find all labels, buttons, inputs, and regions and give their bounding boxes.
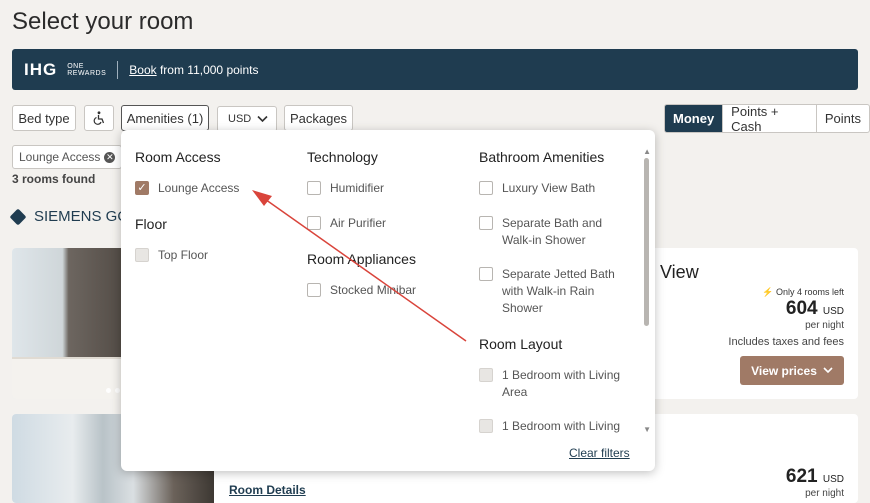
book-link[interactable]: Book <box>129 63 156 77</box>
accessibility-button[interactable] <box>84 105 114 131</box>
scroll-up-icon[interactable]: ▲ <box>643 147 651 156</box>
carousel-dots[interactable] <box>106 388 120 393</box>
hotel-header: SIEMENS GO <box>9 208 129 225</box>
scrollbar-thumb[interactable] <box>644 158 649 326</box>
checkbox[interactable] <box>479 267 493 281</box>
rewards-banner: IHG ONE REWARDS Book from 11,000 points <box>12 49 858 90</box>
checkbox[interactable] <box>307 216 321 230</box>
payment-mode-toggle: Money Points + Cash Points <box>664 104 870 133</box>
room-appliances-heading: Room Appliances <box>307 251 416 267</box>
lightning-icon: ⚡ <box>762 287 774 297</box>
bed-type-button[interactable]: Bed type <box>12 105 76 131</box>
taxes-note: Includes taxes and fees <box>728 336 844 348</box>
room-details-link[interactable]: Room Details <box>229 483 306 497</box>
checkbox[interactable] <box>479 216 493 230</box>
clear-filters-link[interactable]: Clear filters <box>569 446 630 460</box>
per-night-label: per night <box>805 320 844 331</box>
checkbox[interactable] <box>135 248 149 262</box>
stocked-minibar-option[interactable]: Stocked Minibar <box>307 282 416 299</box>
tag-icon <box>9 208 27 225</box>
room-access-heading: Room Access <box>135 149 221 165</box>
remove-filter-icon[interactable]: ✕ <box>104 151 116 163</box>
luxury-view-bath-option[interactable]: Luxury View Bath <box>479 180 629 197</box>
room-name: View <box>660 262 699 282</box>
amenities-button[interactable]: Amenities (1) <box>121 105 209 131</box>
checkbox[interactable] <box>479 419 493 433</box>
money-option[interactable]: Money <box>665 105 723 132</box>
separate-bath-option[interactable]: Separate Bath and Walk-in Shower <box>479 215 629 249</box>
lounge-access-option[interactable]: ✓ Lounge Access <box>135 180 239 197</box>
checkbox[interactable] <box>307 181 321 195</box>
top-floor-option[interactable]: Top Floor <box>135 247 208 264</box>
bedroom-living-area-option[interactable]: 1 Bedroom with Living Area <box>479 367 634 401</box>
wheelchair-icon <box>93 111 105 125</box>
technology-heading: Technology <box>307 149 378 165</box>
amenities-dropdown: Room Access ✓ Lounge Access Floor Top Fl… <box>121 130 655 471</box>
air-purifier-option[interactable]: Air Purifier <box>307 215 386 232</box>
banner-points-text: from 11,000 points <box>156 62 259 77</box>
banner-divider <box>117 60 119 79</box>
view-prices-button[interactable]: View prices <box>740 356 844 385</box>
bedroom-living-option[interactable]: 1 Bedroom with Living <box>479 418 634 435</box>
checkbox[interactable] <box>479 181 493 195</box>
active-filter-chip[interactable]: Lounge Access ✕ <box>12 145 123 169</box>
rooms-left-text: Only 4 rooms left <box>775 287 844 297</box>
checkbox-checked[interactable]: ✓ <box>135 181 149 195</box>
chevron-down-icon <box>823 367 833 374</box>
scroll-down-icon[interactable]: ▼ <box>643 425 651 434</box>
room-layout-heading: Room Layout <box>479 336 563 352</box>
rooms-found-count: 3 rooms found <box>12 172 96 186</box>
per-night-label: per night <box>805 488 844 499</box>
checkbox[interactable] <box>479 368 493 382</box>
ihg-logo: IHG ONE REWARDS <box>24 59 107 79</box>
points-cash-option[interactable]: Points + Cash <box>722 105 816 132</box>
checkbox[interactable] <box>307 283 321 297</box>
jetted-bath-option[interactable]: Separate Jetted Bath with Walk-in Rain S… <box>479 266 629 317</box>
room-price: 604 USD <box>785 298 844 319</box>
packages-button[interactable]: Packages <box>284 105 353 131</box>
currency-select[interactable]: USD <box>217 106 277 132</box>
humidifier-option[interactable]: Humidifier <box>307 180 384 197</box>
floor-heading: Floor <box>135 216 167 232</box>
room-price: 621 USD <box>785 466 844 487</box>
bathroom-amenities-heading: Bathroom Amenities <box>479 149 605 165</box>
points-option[interactable]: Points <box>815 105 869 132</box>
chevron-down-icon <box>257 115 268 123</box>
page-title: Select your room <box>12 8 194 35</box>
